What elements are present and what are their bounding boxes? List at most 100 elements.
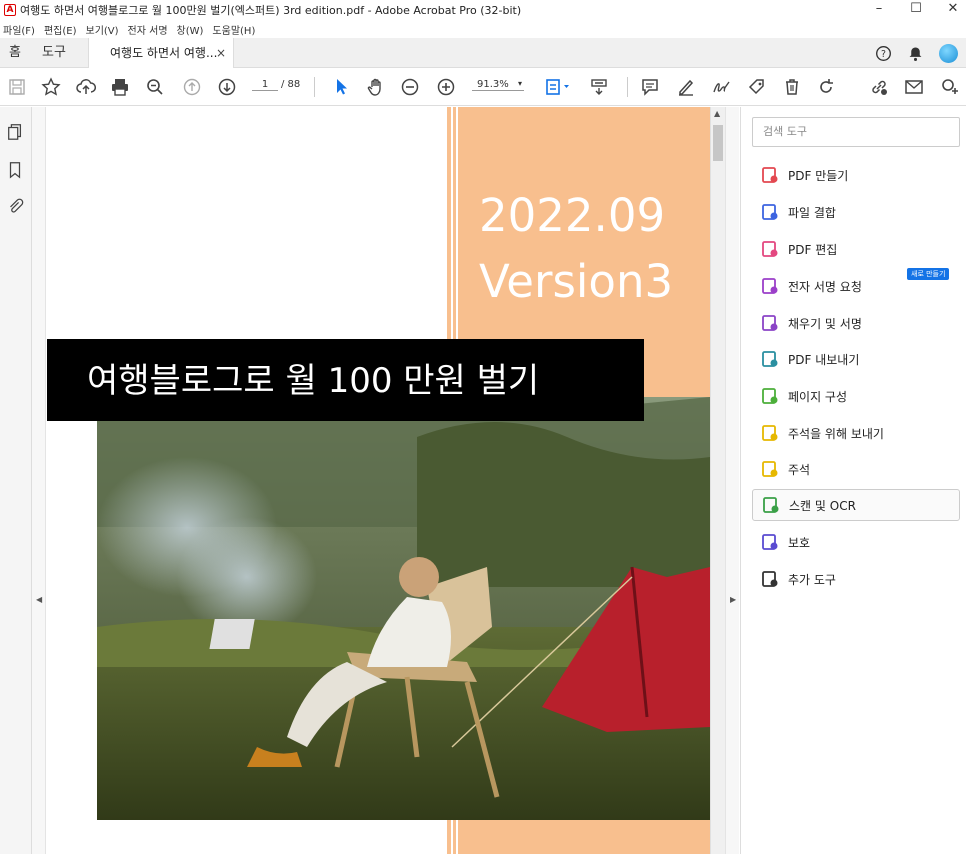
left-navigation-rail — [0, 107, 32, 854]
tool-item-label: 스캔 및 OCR — [789, 498, 856, 513]
organize-pages-icon — [762, 388, 778, 404]
attachments-icon[interactable] — [6, 197, 24, 215]
tool-item[interactable]: 주석 — [752, 453, 960, 485]
tools-pane: 검색 도구 새로 만들기 PDF 만들기 파일 결합 PDF 편집 전자 서명 요청 채… — [740, 107, 966, 854]
cover-date: 2022.09 — [479, 189, 666, 242]
fill-sign-icon — [762, 315, 778, 331]
chevron-down-icon: ▾ — [517, 79, 522, 88]
request-signature-icon — [762, 278, 778, 294]
tool-item[interactable]: PDF 내보내기 — [752, 343, 960, 375]
zoom-out-icon[interactable] — [399, 77, 421, 97]
select-cursor-icon[interactable] — [330, 77, 352, 97]
toolbar-divider — [627, 77, 628, 97]
more-tools-icon — [762, 571, 778, 587]
highlight-pen-icon[interactable] — [675, 77, 697, 97]
zoom-level-value: 91.3% — [477, 79, 509, 90]
cloud-upload-icon[interactable] — [75, 77, 97, 97]
help-icon[interactable]: ? — [875, 45, 892, 62]
search-tools-input[interactable]: 검색 도구 — [752, 117, 960, 147]
tool-item-label: PDF 내보내기 — [788, 352, 860, 367]
save-icon[interactable] — [6, 77, 28, 97]
scroll-mode-icon[interactable] — [588, 77, 610, 97]
tab-document[interactable]: 여행도 하면서 여행... × — [88, 38, 234, 69]
main-toolbar: 1 / 88 91.3% ▾ — [0, 68, 966, 106]
bookmarks-icon[interactable] — [6, 161, 24, 179]
maximize-button[interactable]: ☐ — [897, 0, 935, 20]
print-icon[interactable] — [109, 77, 131, 97]
tool-item[interactable]: 전자 서명 요청 — [752, 270, 960, 302]
tool-item-label: 전자 서명 요청 — [788, 279, 862, 294]
tool-item[interactable]: 파일 결합 — [752, 196, 960, 228]
vertical-scrollbar[interactable]: ▲ — [710, 107, 725, 854]
comment-icon[interactable] — [639, 77, 661, 97]
page-up-icon[interactable] — [181, 77, 203, 97]
scrollbar-thumb[interactable] — [713, 125, 723, 161]
minimize-button[interactable]: – — [860, 0, 898, 20]
zoom-search-icon[interactable] — [144, 77, 166, 97]
page-total: / 88 — [281, 79, 301, 90]
menu-window[interactable]: 창(W) — [177, 22, 204, 37]
tool-item[interactable]: PDF 편집 — [752, 233, 960, 265]
tool-item[interactable]: 주석을 위해 보내기 — [752, 417, 960, 449]
zoom-level-select[interactable]: 91.3% ▾ — [472, 79, 524, 91]
cover-title: 여행블로그로 월 100 만원 벌기 — [87, 361, 540, 401]
zoom-in-icon[interactable] — [435, 77, 457, 97]
cover-version: Version3 — [479, 255, 674, 308]
tool-item-label: 보호 — [788, 535, 811, 550]
avatar[interactable] — [939, 44, 958, 63]
comment-icon — [762, 461, 778, 477]
hand-tool-icon[interactable] — [365, 77, 387, 97]
menu-view[interactable]: 보기(V) — [86, 22, 119, 37]
delete-trash-icon[interactable] — [781, 77, 803, 97]
tool-item[interactable]: 보호 — [752, 526, 960, 558]
close-window-button[interactable]: ✕ — [934, 0, 966, 20]
tool-item-label: 채우기 및 서명 — [788, 316, 862, 331]
cover-photo — [97, 367, 710, 820]
tool-item[interactable]: 채우기 및 서명 — [752, 307, 960, 339]
email-icon[interactable] — [903, 77, 925, 97]
chevron-right-icon: ▶ — [730, 595, 737, 604]
window-title: 여행도 하면서 여행블로그로 월 100만원 벌기(엑스퍼트) 3rd edit… — [20, 4, 522, 17]
tool-item-label: PDF 편집 — [788, 242, 838, 257]
rotate-icon[interactable] — [815, 77, 837, 97]
tool-item[interactable]: 스캔 및 OCR — [752, 489, 960, 521]
tool-item[interactable]: PDF 만들기 — [752, 159, 960, 191]
toolbar-divider — [314, 77, 315, 97]
send-comments-icon — [762, 425, 778, 441]
fit-page-icon[interactable] — [543, 77, 573, 97]
bookmark-star-icon[interactable] — [40, 77, 62, 97]
svg-text:?: ? — [881, 49, 886, 60]
scan-ocr-icon — [763, 497, 779, 513]
page-number-input[interactable]: 1 — [252, 79, 278, 91]
scroll-up-arrow-icon[interactable]: ▲ — [714, 109, 720, 118]
tab-bar: 홈 도구 여행도 하면서 여행... × ? — [0, 38, 966, 69]
stamp-tag-icon[interactable] — [746, 77, 768, 97]
menu-edit[interactable]: 편집(E) — [44, 22, 77, 37]
page-down-icon[interactable] — [216, 77, 238, 97]
export-pdf-icon — [762, 351, 778, 367]
tab-tools[interactable]: 도구 — [42, 38, 66, 68]
menu-bar: 파일(F) 편집(E) 보기(V) 전자 서명 창(W) 도움말(H) — [0, 20, 966, 38]
tool-item-label: 주석을 위해 보내기 — [788, 426, 884, 441]
close-tab-icon[interactable]: × — [216, 38, 226, 68]
sign-icon[interactable] — [711, 77, 733, 97]
tool-item-label: 추가 도구 — [788, 572, 836, 587]
menu-file[interactable]: 파일(F) — [3, 22, 35, 37]
combine-files-icon — [762, 204, 778, 220]
add-user-icon[interactable] — [938, 77, 960, 97]
tool-item[interactable]: 페이지 구성 — [752, 380, 960, 412]
tab-home[interactable]: 홈 — [9, 38, 21, 68]
menu-help[interactable]: 도움말(H) — [212, 22, 255, 37]
document-view[interactable]: 2022.09 Version3 여행블로그로 월 100 만원 벌기 — [47, 107, 710, 854]
share-link-icon[interactable] — [868, 77, 890, 97]
left-panel-toggle[interactable]: ◀ — [32, 107, 46, 854]
tool-item-label: PDF 만들기 — [788, 168, 849, 183]
notification-bell-icon[interactable] — [907, 45, 924, 62]
tool-item-label: 페이지 구성 — [788, 389, 848, 404]
right-panel-toggle[interactable]: ▶ — [725, 107, 739, 854]
page-thumbnails-icon[interactable] — [6, 123, 24, 141]
tool-item[interactable]: 추가 도구 — [752, 563, 960, 595]
menu-esign[interactable]: 전자 서명 — [128, 22, 168, 37]
tab-document-label: 여행도 하면서 여행... — [110, 46, 218, 60]
tool-item-label: 주석 — [788, 462, 811, 477]
